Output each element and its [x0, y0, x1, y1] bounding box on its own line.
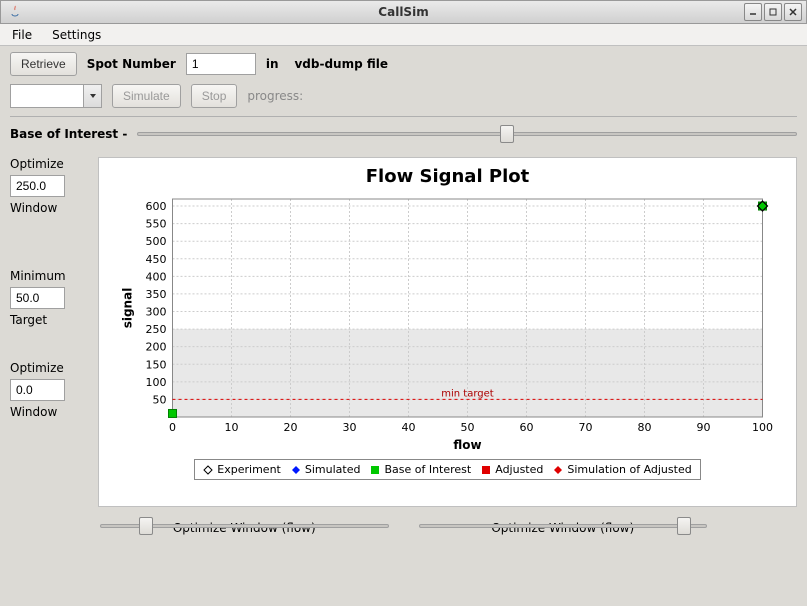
- legend-item: Simulated: [291, 463, 361, 476]
- maximize-button[interactable]: [764, 3, 782, 21]
- minimum-target-input[interactable]: [10, 287, 65, 309]
- svg-text:550: 550: [146, 218, 167, 231]
- svg-text:90: 90: [697, 421, 711, 434]
- optimize-window-input-1[interactable]: [10, 175, 65, 197]
- menu-settings[interactable]: Settings: [46, 26, 107, 44]
- simulate-button[interactable]: Simulate: [112, 84, 181, 108]
- svg-text:600: 600: [146, 200, 167, 213]
- spot-number-label: Spot Number: [87, 57, 176, 71]
- minimum-target-label: Minimum: [10, 269, 88, 283]
- retrieve-button[interactable]: Retrieve: [10, 52, 77, 76]
- legend-item: Base of Interest: [370, 463, 471, 476]
- optimize-window-input-2[interactable]: [10, 379, 65, 401]
- separator: [10, 116, 797, 117]
- svg-text:300: 300: [146, 306, 167, 319]
- svg-text:400: 400: [146, 270, 167, 283]
- minimum-target-sub: Target: [10, 313, 88, 327]
- vdb-file-label: vdb-dump file: [294, 57, 388, 71]
- menubar: File Settings: [0, 24, 807, 46]
- legend-item: Simulation of Adjusted: [553, 463, 691, 476]
- menu-file[interactable]: File: [6, 26, 38, 44]
- spot-number-input[interactable]: [186, 53, 256, 75]
- svg-text:80: 80: [638, 421, 652, 434]
- base-of-interest-slider[interactable]: [137, 125, 797, 143]
- svg-text:150: 150: [146, 358, 167, 371]
- java-icon: [7, 4, 23, 20]
- side-panel: Optimize Window Minimum Target Optimize …: [10, 157, 88, 507]
- chart-panel: Flow Signal Plot 0 10 20 30 40 50 60 70 80 90 100 5…: [98, 157, 797, 507]
- optimize-window-label-2: Optimize: [10, 361, 88, 375]
- svg-text:100: 100: [146, 376, 167, 389]
- svg-text:250: 250: [146, 323, 167, 336]
- svg-text:30: 30: [343, 421, 357, 434]
- svg-text:20: 20: [284, 421, 298, 434]
- svg-text:signal: signal: [121, 288, 135, 329]
- svg-text:60: 60: [520, 421, 534, 434]
- svg-text:0: 0: [169, 421, 176, 434]
- svg-text:500: 500: [146, 235, 167, 248]
- chevron-down-icon: [83, 85, 101, 107]
- svg-text:100: 100: [752, 421, 773, 434]
- stop-button[interactable]: Stop: [191, 84, 238, 108]
- legend-item: Experiment: [203, 463, 281, 476]
- svg-text:40: 40: [402, 421, 416, 434]
- base-of-interest-label: Base of Interest -: [10, 127, 127, 141]
- close-button[interactable]: [784, 3, 802, 21]
- optimize-window-sub-1: Window: [10, 201, 88, 215]
- optimize-window-label-1: Optimize: [10, 157, 88, 171]
- chart-title: Flow Signal Plot: [111, 166, 784, 187]
- svg-text:350: 350: [146, 288, 167, 301]
- window-title: CallSim: [378, 5, 428, 19]
- svg-text:450: 450: [146, 253, 167, 266]
- svg-text:flow: flow: [453, 438, 481, 452]
- svg-text:50: 50: [461, 421, 475, 434]
- minimize-button[interactable]: [744, 3, 762, 21]
- svg-text:min target: min target: [441, 388, 494, 399]
- titlebar: CallSim: [0, 0, 807, 24]
- progress-label: progress:: [247, 89, 303, 103]
- svg-text:200: 200: [146, 341, 167, 354]
- combo-value: [11, 85, 83, 107]
- plot-area: 0 10 20 30 40 50 60 70 80 90 100 50 100 150 200 250 300 3…: [111, 193, 784, 453]
- in-label: in: [266, 57, 279, 71]
- svg-text:50: 50: [153, 393, 167, 406]
- svg-text:70: 70: [579, 421, 593, 434]
- legend: Experiment Simulated Base of Interest Adjus…: [194, 459, 700, 480]
- legend-item: Adjusted: [481, 463, 543, 476]
- svg-text:10: 10: [225, 421, 239, 434]
- optimize-window-sub-2: Window: [10, 405, 88, 419]
- plot-svg: 0 10 20 30 40 50 60 70 80 90 100 50 100 150 200 250 300 3…: [111, 193, 784, 453]
- combo-select[interactable]: [10, 84, 102, 108]
